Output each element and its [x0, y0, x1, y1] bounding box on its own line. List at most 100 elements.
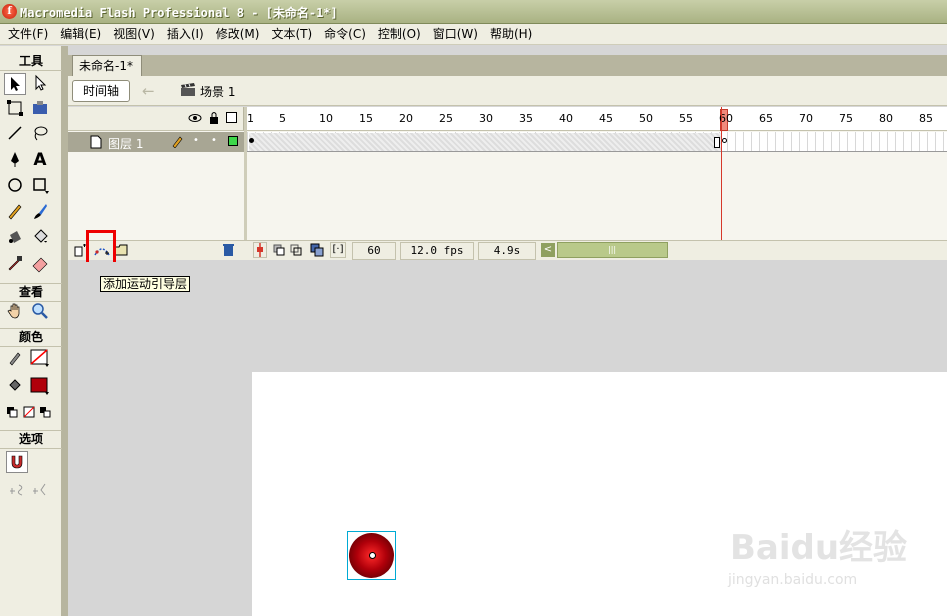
- highlight-annotation: [86, 230, 116, 266]
- eraser-tool-icon[interactable]: [29, 253, 51, 275]
- menu-insert[interactable]: 插入(I): [161, 24, 210, 45]
- fill-color-swatch[interactable]: [29, 376, 51, 398]
- frame-rate-field[interactable]: 12.0 fps: [400, 242, 474, 260]
- fill-transform-tool-icon[interactable]: [29, 98, 51, 120]
- rectangle-tool-icon[interactable]: [29, 175, 51, 197]
- watermark-brand: Baidu经验: [730, 528, 908, 568]
- ruler-label: 15: [359, 112, 373, 125]
- ruler-label: 10: [319, 112, 333, 125]
- menu-commands[interactable]: 命令(C): [318, 24, 372, 45]
- window-title: Macromedia Flash Professional 8 - [未命名-1…: [20, 6, 338, 20]
- brush-tool-icon[interactable]: [29, 201, 51, 223]
- selection-tool-icon[interactable]: [4, 73, 26, 95]
- center-frame-icon[interactable]: [253, 242, 267, 258]
- menu-bar: 文件(F) 编辑(E) 视图(V) 插入(I) 修改(M) 文本(T) 命令(C…: [0, 24, 947, 45]
- current-frame-field: 60: [352, 242, 396, 260]
- start-keyframe[interactable]: [249, 138, 254, 143]
- tools-panel: 工具 A 查看 颜色 选项: [0, 46, 62, 616]
- ruler-label: 30: [479, 112, 493, 125]
- menu-window[interactable]: 窗口(W): [427, 24, 484, 45]
- end-keyframe[interactable]: [722, 138, 727, 143]
- text-tool-icon[interactable]: A: [29, 149, 51, 171]
- edit-multiple-frames-icon[interactable]: [310, 243, 324, 260]
- paint-bucket-tool-icon[interactable]: [29, 227, 51, 249]
- menu-file[interactable]: 文件(F): [2, 24, 54, 45]
- subselection-tool-icon[interactable]: [29, 73, 51, 95]
- stroke-color-swatch[interactable]: [29, 348, 51, 370]
- ruler-label: 25: [439, 112, 453, 125]
- oval-tool-icon[interactable]: [4, 175, 26, 197]
- ruler-label: 20: [399, 112, 413, 125]
- ink-bottle-tool-icon[interactable]: [4, 227, 26, 249]
- delete-layer-trash-icon[interactable]: [222, 243, 235, 260]
- layer-row[interactable]: • •: [68, 132, 244, 152]
- zoom-tool-icon[interactable]: [29, 301, 51, 323]
- end-frame-marker[interactable]: [714, 137, 720, 148]
- layer-pencil-icon: [171, 134, 185, 151]
- free-transform-tool-icon[interactable]: [4, 98, 26, 120]
- colors-header: 颜色: [0, 328, 62, 347]
- tooltip: 添加运动引导层: [100, 276, 191, 292]
- onion-skin-icon[interactable]: [273, 243, 307, 260]
- stroke-color-pencil-icon: [4, 348, 26, 370]
- ruler-label: 40: [559, 112, 573, 125]
- layer-lock-dot[interactable]: •: [211, 135, 217, 146]
- layer-name[interactable]: 图层 1: [108, 135, 143, 152]
- menu-control[interactable]: 控制(O): [372, 24, 427, 45]
- ruler-label: 80: [879, 112, 893, 125]
- transform-point-icon[interactable]: [369, 552, 376, 559]
- line-tool-icon[interactable]: [4, 123, 26, 145]
- menu-help[interactable]: 帮助(H): [484, 24, 538, 45]
- menu-edit[interactable]: 编辑(E): [54, 24, 107, 45]
- straighten-icon[interactable]: [29, 479, 51, 501]
- ruler-label: 50: [639, 112, 653, 125]
- frame-span[interactable]: [249, 133, 721, 151]
- lasso-tool-icon[interactable]: [29, 123, 51, 145]
- outline-toggle-icon[interactable]: [226, 112, 237, 123]
- timeline-toggle-button[interactable]: 时间轴: [72, 80, 130, 102]
- flash-app-icon[interactable]: f: [2, 4, 17, 19]
- hand-tool-icon[interactable]: [4, 301, 26, 323]
- watermark-url: jingyan.baidu.com: [728, 572, 858, 588]
- scene-label[interactable]: 场景 1: [200, 83, 235, 100]
- eyedropper-tool-icon[interactable]: [4, 253, 26, 275]
- elapsed-time-field: 4.9s: [478, 242, 536, 260]
- fill-color-bucket-icon: [4, 376, 26, 398]
- ruler-label: 65: [759, 112, 773, 125]
- color-defaults-icon[interactable]: [4, 402, 60, 424]
- ruler-label: 85: [919, 112, 933, 125]
- scene-clapper-icon: [180, 83, 196, 97]
- ruler-label: 75: [839, 112, 853, 125]
- layer-visible-dot[interactable]: •: [193, 135, 199, 146]
- modify-onion-markers-icon[interactable]: [·]: [330, 242, 346, 258]
- layer-outline-color[interactable]: [228, 136, 238, 146]
- lock-icon[interactable]: [208, 111, 220, 128]
- insert-folder-icon[interactable]: [114, 243, 128, 259]
- scroll-left-arrow-icon[interactable]: <: [541, 243, 555, 257]
- menu-view[interactable]: 视图(V): [107, 24, 161, 45]
- insert-layer-icon[interactable]: [73, 244, 87, 260]
- document-tab-bar: [68, 55, 947, 76]
- ruler-label: 45: [599, 112, 613, 125]
- ruler-label: 55: [679, 112, 693, 125]
- pencil-tool-icon[interactable]: [4, 201, 26, 223]
- show-hide-eye-icon[interactable]: [188, 111, 202, 128]
- document-tab[interactable]: 未命名-1*: [72, 55, 142, 76]
- pen-tool-icon[interactable]: [4, 149, 26, 171]
- ruler-label: 1: [247, 112, 254, 125]
- ruler-label: 35: [519, 112, 533, 125]
- smooth-icon[interactable]: [6, 479, 28, 501]
- options-header: 选项: [0, 430, 62, 449]
- ruler-label: 70: [799, 112, 813, 125]
- ruler-label: 5: [279, 112, 286, 125]
- layer-page-icon: [90, 135, 102, 152]
- tools-header: 工具: [0, 53, 62, 71]
- menu-text[interactable]: 文本(T): [265, 24, 318, 45]
- back-arrow-icon[interactable]: ←: [142, 82, 155, 100]
- playhead-line: [721, 107, 722, 241]
- timeline-horizontal-scrollbar[interactable]: |||: [557, 242, 668, 258]
- scroll-thumb-grip: |||: [608, 245, 617, 254]
- view-header: 查看: [0, 283, 62, 302]
- snap-magnet-icon[interactable]: [6, 451, 28, 473]
- menu-modify[interactable]: 修改(M): [210, 24, 266, 45]
